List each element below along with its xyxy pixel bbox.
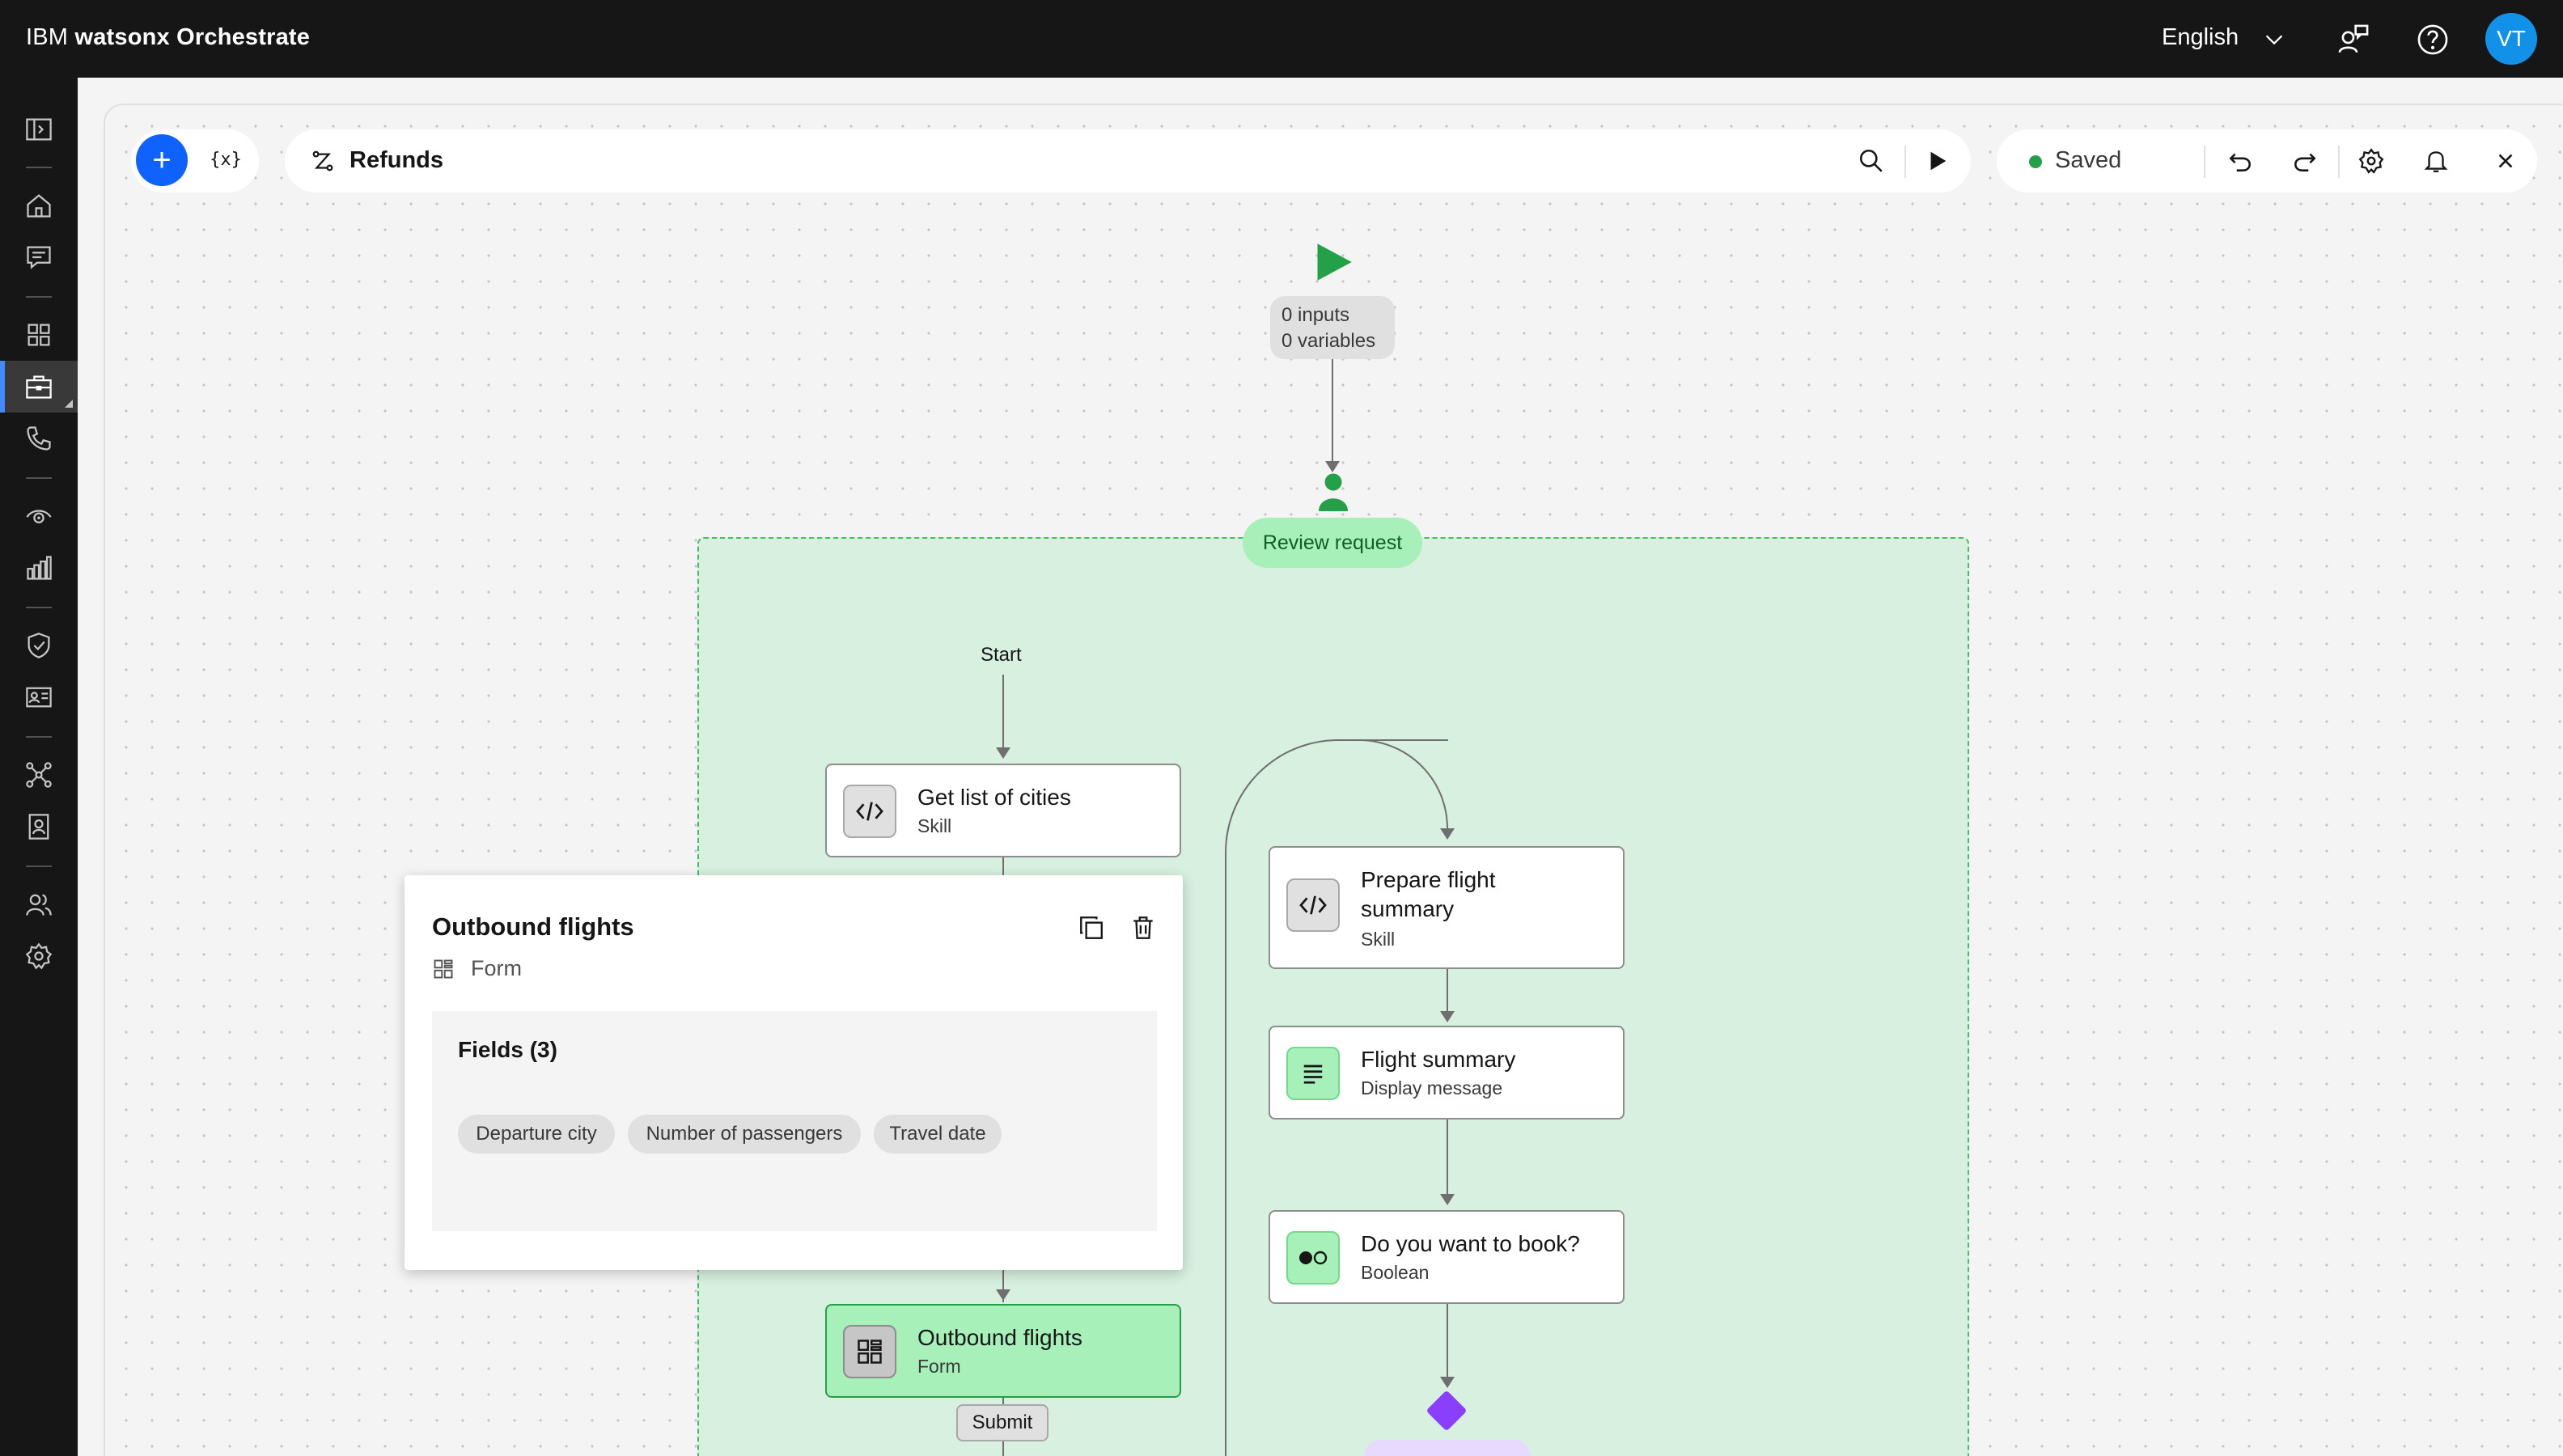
- toolbar-divider: [2338, 146, 2340, 178]
- notification-bell-icon[interactable]: [2422, 147, 2450, 175]
- identification-icon[interactable]: [24, 683, 53, 712]
- flow-title-bar: [285, 129, 1971, 193]
- connector-arrow: [1440, 828, 1455, 840]
- start-label: Start: [981, 644, 1022, 666]
- flow-io-summary[interactable]: 0 inputs 0 variables: [1270, 296, 1395, 359]
- node-prepare-flight-summary[interactable]: Prepare flight summary Skill: [1269, 846, 1625, 969]
- connector-line: [1447, 1120, 1448, 1196]
- apps-grid-icon[interactable]: [24, 320, 53, 349]
- connector-line: [1002, 675, 1004, 747]
- nav-divider: [26, 866, 52, 867]
- connector-arrow: [1325, 461, 1340, 472]
- nav-divider: [26, 736, 52, 738]
- connector-line: [1447, 1304, 1448, 1378]
- connector-arrow: [1440, 1011, 1455, 1022]
- phone-icon[interactable]: [24, 424, 53, 453]
- side-panel-icon[interactable]: [24, 115, 53, 144]
- home-icon[interactable]: [24, 191, 53, 220]
- redo-icon[interactable]: [2291, 147, 2319, 175]
- connector-arrow: [996, 1289, 1010, 1301]
- settings-icon[interactable]: [24, 942, 53, 971]
- product-name[interactable]: IBM watsonx Orchestrate: [26, 24, 310, 51]
- node-get-list-of-cities[interactable]: Get list of cities Skill: [825, 764, 1181, 857]
- save-status: Saved: [2055, 147, 2122, 173]
- copy-icon[interactable]: [1078, 914, 1105, 942]
- nav-divider: [26, 607, 52, 608]
- flow-start-icon[interactable]: [1312, 241, 1354, 283]
- toolbar-divider: [2204, 146, 2205, 178]
- code-icon: [1286, 878, 1340, 932]
- nav-divider: [26, 167, 52, 168]
- user-profile-icon[interactable]: [24, 812, 53, 841]
- field-tag[interactable]: Travel date: [874, 1115, 1002, 1153]
- connector-arrow: [1440, 1194, 1455, 1205]
- submit-edge-label[interactable]: Submit: [956, 1404, 1048, 1441]
- avatar[interactable]: VT: [2485, 13, 2537, 65]
- trash-icon[interactable]: [1129, 914, 1157, 942]
- boolean-toggle-icon: [1286, 1231, 1340, 1285]
- form-icon: [843, 1325, 896, 1378]
- users-icon[interactable]: [24, 890, 53, 919]
- toolbox-icon[interactable]: [24, 372, 53, 401]
- field-tag[interactable]: Departure city: [458, 1115, 615, 1153]
- connector-arrow: [1440, 1377, 1455, 1388]
- group-label[interactable]: Review request: [1243, 518, 1422, 568]
- field-tag[interactable]: Number of passengers: [628, 1115, 861, 1153]
- toolbar-divider: [1904, 146, 1906, 178]
- add-node-button[interactable]: +: [136, 134, 188, 186]
- connector-arrow: [996, 747, 1010, 759]
- node-do-you-want-to-book[interactable]: Do you want to book? Boolean: [1269, 1210, 1625, 1304]
- popover-type: Form: [471, 956, 522, 980]
- language-selector[interactable]: English: [2162, 24, 2239, 51]
- node-flight-summary[interactable]: Flight summary Display message: [1269, 1026, 1625, 1120]
- popover-title: Outbound flights: [432, 912, 634, 941]
- run-flow-play-icon[interactable]: [1925, 149, 1950, 173]
- view-icon[interactable]: [24, 502, 53, 531]
- analytics-icon[interactable]: [24, 553, 53, 582]
- flow-icon: [312, 150, 333, 171]
- submenu-indicator: [65, 400, 73, 408]
- connector-line: [1002, 857, 1004, 877]
- security-shield-icon[interactable]: [24, 631, 53, 660]
- connector-line: [1447, 969, 1448, 1013]
- top-header: IBM watsonx Orchestrate English VT: [0, 0, 2563, 78]
- node-outbound-flights[interactable]: Outbound flights Form: [825, 1304, 1181, 1398]
- connections-icon[interactable]: [24, 760, 53, 789]
- user-activity-icon: [1319, 473, 1348, 511]
- branch-label[interactable]: [1364, 1440, 1531, 1456]
- form-icon: [434, 959, 453, 979]
- undo-icon[interactable]: [2226, 147, 2254, 175]
- settings-icon[interactable]: [2358, 147, 2385, 175]
- variables-button[interactable]: {x}: [207, 146, 244, 175]
- close-icon[interactable]: [2492, 147, 2519, 175]
- search-icon[interactable]: [1858, 147, 1885, 175]
- help-icon[interactable]: [2416, 23, 2450, 57]
- flow-title[interactable]: Refunds: [350, 147, 443, 174]
- code-icon: [843, 785, 896, 838]
- connector-line: [1332, 359, 1333, 468]
- message-lines-icon: [1286, 1047, 1340, 1100]
- side-nav-active-indicator: [0, 361, 5, 413]
- chat-icon[interactable]: [24, 243, 53, 272]
- user-feedback-icon[interactable]: [2336, 23, 2370, 57]
- nav-divider: [26, 477, 52, 479]
- saved-status-dot: [2029, 155, 2042, 168]
- fields-count-heading: Fields (3): [458, 1037, 557, 1062]
- chevron-down-icon[interactable]: [2262, 28, 2286, 52]
- nav-divider: [26, 296, 52, 298]
